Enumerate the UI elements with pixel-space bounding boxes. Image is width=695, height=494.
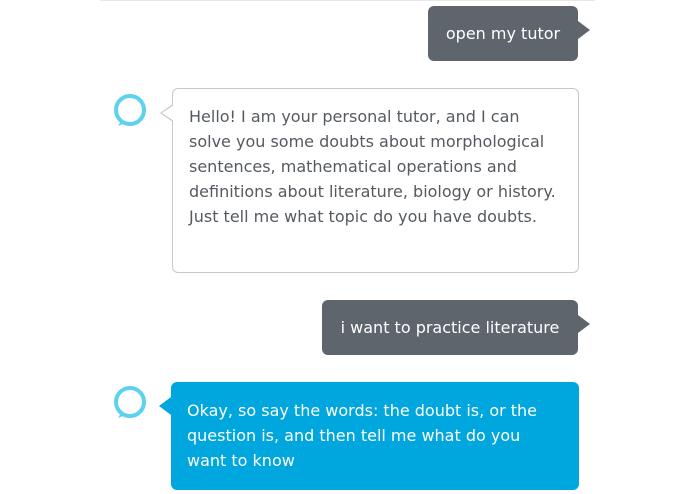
alexa-response-text: Okay, so say the words: the doubt is, or…	[187, 401, 538, 470]
user-message-bubble: open my tutor	[428, 6, 590, 61]
user-message-text: i want to practice literature	[340, 318, 560, 337]
alexa-response-bubble-active: Okay, so say the words: the doubt is, or…	[159, 382, 579, 490]
user-message-text: open my tutor	[445, 24, 561, 43]
alexa-ring-icon	[114, 386, 146, 418]
alexa-ring-icon	[114, 94, 146, 126]
user-message-bubble: i want to practice literature	[322, 300, 590, 355]
alexa-response-bubble: Hello! I am your personal tutor, and I c…	[160, 88, 579, 273]
alexa-response-text: Hello! I am your personal tutor, and I c…	[189, 107, 556, 226]
top-divider	[100, 0, 595, 1]
